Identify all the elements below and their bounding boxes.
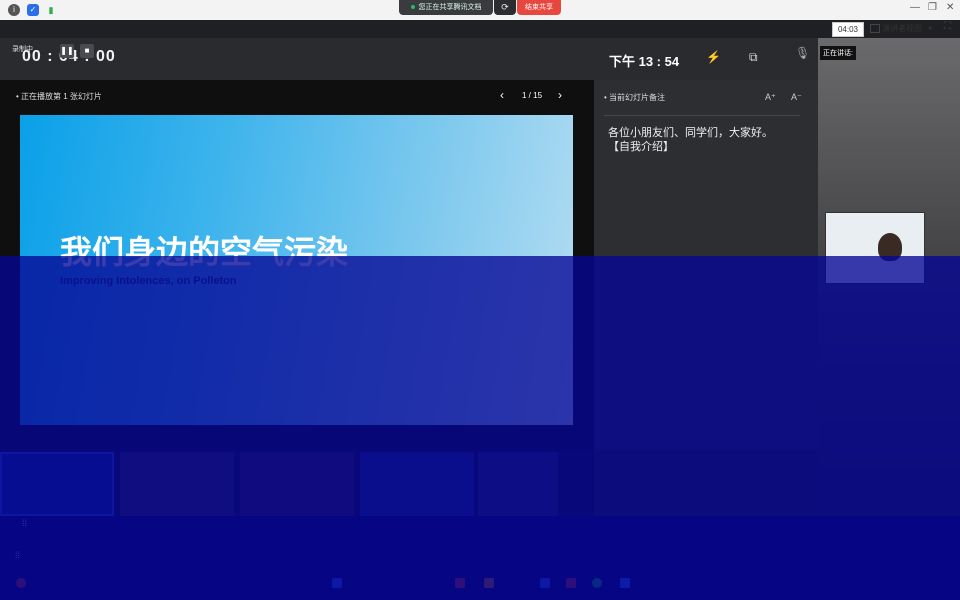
- shield-icon[interactable]: ✓: [27, 4, 39, 16]
- taskbar-app-icon[interactable]: [540, 578, 550, 588]
- slide-counter: 1 / 15: [522, 91, 543, 100]
- taskbar-app-icon[interactable]: [332, 578, 342, 588]
- minimize-button[interactable]: —: [910, 2, 920, 13]
- presenter-toolbar: [0, 38, 818, 80]
- end-share-button[interactable]: 结束共享: [517, 0, 561, 15]
- presenter-view-icon: [870, 24, 880, 34]
- taskbar-app-icon[interactable]: [620, 578, 630, 588]
- taskbar: [0, 516, 960, 600]
- share-status: 您正在共享腾讯文档: [399, 0, 493, 15]
- now-playing-text: 正在播放第 1 张幻灯片: [21, 92, 102, 101]
- next-slide-button[interactable]: ›: [558, 88, 562, 102]
- now-playing-label: • 正在播放第 1 张幻灯片: [16, 92, 102, 101]
- slide-thumbnail[interactable]: [120, 452, 234, 516]
- view-mode-dropdown[interactable]: 演讲者视图 ▾: [870, 22, 936, 35]
- slide-thumbnail[interactable]: [0, 452, 114, 516]
- current-slide[interactable]: 我们身边的空气污染 Improving Intolences, on Polle…: [20, 115, 573, 425]
- sharing-dot-icon: [410, 5, 415, 10]
- slide-thumbnail[interactable]: [478, 452, 558, 516]
- taskbar-app-icon[interactable]: [566, 578, 576, 588]
- share-refresh-button[interactable]: ⟳: [494, 0, 516, 15]
- share-status-text: 您正在共享腾讯文档: [418, 4, 482, 11]
- current-time: 下午 13 : 54: [609, 54, 680, 69]
- fullscreen-icon[interactable]: ⛶: [944, 21, 956, 33]
- signal-icon[interactable]: ▮: [45, 4, 57, 16]
- speaking-label: 正在讲话:: [820, 46, 856, 60]
- slide-subtitle: Improving Intolences, on Polleton: [60, 275, 237, 287]
- taskbar-app-icon[interactable]: [484, 578, 494, 588]
- slide-thumbnail[interactable]: [360, 452, 474, 516]
- speaker-avatar: [878, 233, 902, 261]
- taskbar-app-icon[interactable]: [592, 578, 602, 588]
- chevron-down-icon: ▾: [928, 24, 933, 33]
- grid-icon[interactable]: ⁞⁞: [22, 518, 27, 528]
- stop-button[interactable]: ■: [80, 44, 94, 58]
- slide-title: 我们身边的空气污染: [60, 234, 349, 270]
- font-decrease-button[interactable]: A⁻: [791, 92, 802, 103]
- view-mode-label: 演讲者视图: [882, 24, 922, 33]
- speaker-notes[interactable]: 各位小朋友们、同学们，大家好。 【自我介绍】: [608, 126, 804, 154]
- notes-title-text: 当前幻灯片备注: [609, 93, 666, 102]
- notes-title: • 当前幻灯片备注: [604, 93, 666, 102]
- laser-pointer-icon[interactable]: ⚡: [706, 50, 721, 64]
- close-button[interactable]: ✕: [946, 2, 954, 13]
- mic-icon[interactable]: 🎙: [795, 46, 810, 60]
- slide-thumbnail[interactable]: [240, 452, 354, 516]
- speaker-video[interactable]: [825, 212, 925, 284]
- switch-screen-icon[interactable]: ⧉: [749, 50, 758, 65]
- prev-slide-button[interactable]: ‹: [500, 88, 504, 102]
- notes-divider: [604, 115, 800, 116]
- apps-grid-icon[interactable]: ⁞⁞: [15, 550, 20, 560]
- taskbar-app-icon[interactable]: [16, 578, 26, 588]
- taskbar-app-icon[interactable]: [455, 578, 465, 588]
- font-increase-button[interactable]: A⁺: [765, 92, 776, 103]
- refresh-icon: ⟳: [501, 2, 509, 12]
- info-icon[interactable]: i: [8, 4, 20, 16]
- pause-button[interactable]: ❚❚: [60, 44, 74, 58]
- restore-button[interactable]: ❐: [928, 2, 937, 13]
- elapsed-clock: 04:03: [832, 22, 864, 37]
